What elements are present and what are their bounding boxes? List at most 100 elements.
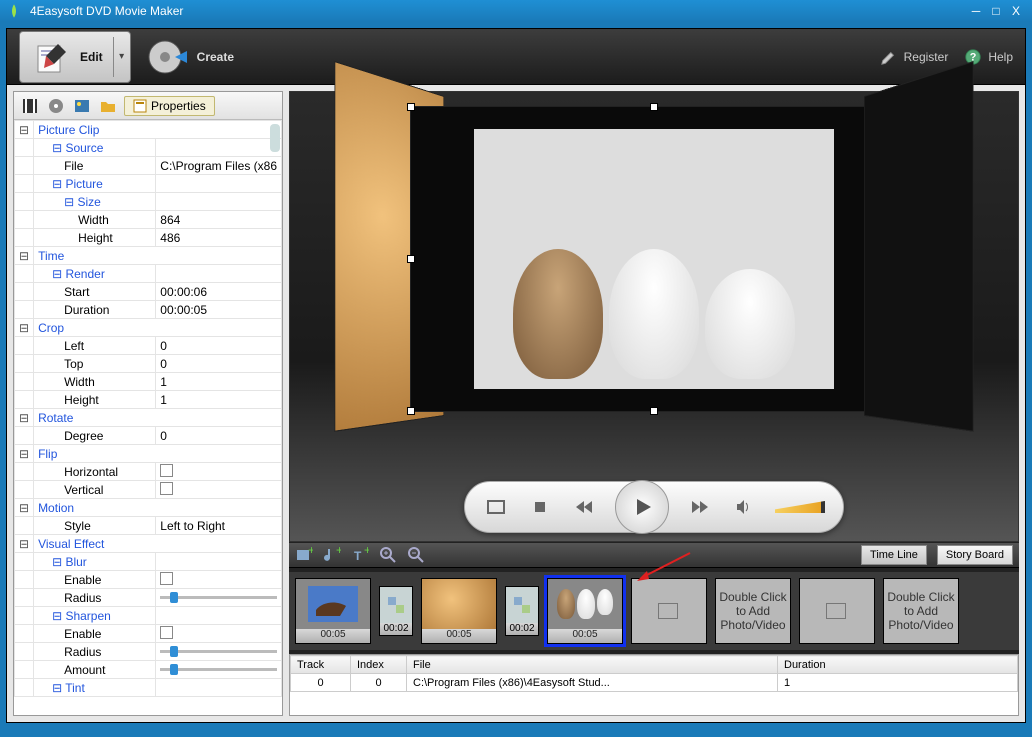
prop-crop-left-value[interactable]: 0 [156, 337, 282, 355]
timeline[interactable]: 00:05 00:02 00:05 00:02 00:05 [289, 568, 1019, 654]
timeline-clip[interactable]: 00:05 [295, 578, 371, 644]
volume-icon[interactable] [731, 494, 757, 520]
prop-blur-enable-checkbox[interactable] [160, 572, 173, 585]
prop-flip-h-checkbox[interactable] [160, 464, 173, 477]
group-blur[interactable]: ⊟ Blur [34, 553, 156, 571]
group-crop[interactable]: Crop [34, 319, 282, 337]
tab-film-icon[interactable] [20, 96, 40, 116]
add-media-icon[interactable]: + [295, 546, 313, 564]
prop-flip-v-checkbox[interactable] [160, 482, 173, 495]
tab-disc-icon[interactable] [46, 96, 66, 116]
register-label: Register [904, 50, 949, 64]
prop-degree-value[interactable]: 0 [156, 427, 282, 445]
tab-folder-icon[interactable] [98, 96, 118, 116]
fullscreen-button[interactable] [483, 494, 509, 520]
create-label: Create [197, 50, 234, 64]
prev-button[interactable] [571, 494, 597, 520]
svg-text:T: T [354, 549, 362, 563]
group-motion[interactable]: Motion [34, 499, 282, 517]
preview-area[interactable] [289, 91, 1019, 542]
prop-width-value[interactable]: 864 [156, 211, 282, 229]
track-row[interactable]: 0 0 C:\Program Files (x86)\4Easysoft Stu… [291, 674, 1018, 692]
timeline-view-button[interactable]: Time Line [861, 545, 927, 565]
scrollbar-thumb[interactable] [270, 124, 280, 152]
group-time[interactable]: Time [34, 247, 282, 265]
prop-file-value[interactable]: C:\Program Files (x86 [156, 157, 282, 175]
transition-duration: 00:02 [506, 623, 538, 635]
prop-crop-height-value[interactable]: 1 [156, 391, 282, 409]
prop-duration-value[interactable]: 00:00:05 [156, 301, 282, 319]
tab-properties[interactable]: Properties [124, 96, 215, 116]
timeline-clip[interactable]: 00:05 [421, 578, 497, 644]
group-picture-clip[interactable]: Picture Clip [34, 121, 282, 139]
group-source[interactable]: ⊟ Source [34, 139, 156, 157]
prop-crop-top-value[interactable]: 0 [156, 355, 282, 373]
cell-duration: 1 [778, 674, 1018, 692]
timeline-clip-selected[interactable]: 00:05 [547, 578, 623, 644]
register-button[interactable]: Register [880, 48, 949, 66]
transition-duration: 00:02 [380, 623, 412, 635]
app-window: Edit ▾ Create Register ? Help [6, 28, 1026, 723]
panel-tab-row: Properties [14, 92, 282, 120]
preview-next-frame [864, 61, 974, 432]
group-tint[interactable]: ⊟ Tint [34, 679, 156, 697]
timeline-transition[interactable]: 00:02 [505, 586, 539, 636]
play-button[interactable] [615, 480, 669, 534]
add-audio-icon[interactable]: + [323, 546, 341, 564]
prop-sharpen-enable-checkbox[interactable] [160, 626, 173, 639]
col-duration[interactable]: Duration [778, 656, 1018, 674]
prop-duration-label: Duration [34, 301, 156, 319]
volume-slider[interactable] [775, 501, 825, 513]
group-flip[interactable]: Flip [34, 445, 282, 463]
zoom-out-icon[interactable] [407, 546, 425, 564]
storyboard-view-button[interactable]: Story Board [937, 545, 1013, 565]
preview-current-frame[interactable] [410, 106, 898, 412]
group-picture[interactable]: ⊟ Picture [34, 175, 156, 193]
create-button[interactable]: Create [137, 32, 244, 82]
timeline-empty-slot[interactable] [799, 578, 875, 644]
track-table: Track Index File Duration 0 0 C:\Program… [289, 654, 1019, 716]
timeline-transition[interactable]: 00:02 [379, 586, 413, 636]
prop-start-value[interactable]: 00:00:06 [156, 283, 282, 301]
prop-crop-width-value[interactable]: 1 [156, 373, 282, 391]
group-visual-effect[interactable]: Visual Effect [34, 535, 282, 553]
prop-sharpen-amount-slider[interactable] [160, 668, 277, 671]
maximize-button[interactable]: □ [986, 4, 1006, 18]
group-size[interactable]: ⊟ Size [34, 193, 156, 211]
group-rotate[interactable]: Rotate [34, 409, 282, 427]
close-button[interactable]: X [1006, 4, 1026, 18]
add-text-icon[interactable]: T+ [351, 546, 369, 564]
prop-blur-enable-label: Enable [34, 571, 156, 589]
clip-duration: 00:05 [422, 629, 496, 643]
prop-crop-width-label: Width [34, 373, 156, 391]
clip-duration: 00:05 [548, 629, 622, 643]
minimize-button[interactable]: ─ [966, 4, 986, 18]
tab-image-icon[interactable] [72, 96, 92, 116]
group-render[interactable]: ⊟ Render [34, 265, 156, 283]
group-sharpen[interactable]: ⊟ Sharpen [34, 607, 156, 625]
edit-button[interactable]: Edit [20, 32, 113, 82]
col-file[interactable]: File [407, 656, 778, 674]
timeline-add-slot[interactable]: Double Click to Add Photo/Video [883, 578, 959, 644]
prop-sharpen-radius-slider[interactable] [160, 650, 277, 653]
prop-sharpen-enable-label: Enable [34, 625, 156, 643]
prop-blur-radius-slider[interactable] [160, 596, 277, 599]
prop-style-label: Style [34, 517, 156, 535]
cell-file: C:\Program Files (x86)\4Easysoft Stud... [407, 674, 778, 692]
main-toolbar: Edit ▾ Create Register ? Help [7, 29, 1025, 85]
prop-file-label: File [34, 157, 156, 175]
timeline-add-slot[interactable]: Double Click to Add Photo/Video [715, 578, 791, 644]
col-track[interactable]: Track [291, 656, 351, 674]
prop-style-value[interactable]: Left to Right [156, 517, 282, 535]
timeline-empty-slot[interactable] [631, 578, 707, 644]
prop-height-value[interactable]: 486 [156, 229, 282, 247]
register-icon [880, 48, 898, 66]
stop-button[interactable] [527, 494, 553, 520]
col-index[interactable]: Index [351, 656, 407, 674]
property-grid[interactable]: ⊟Picture Clip ⊟ Source FileC:\Program Fi… [14, 120, 282, 715]
edit-dropdown[interactable]: ▾ [114, 51, 130, 62]
right-panel: + + T+ Time Line Story Board 00:05 00 [289, 91, 1019, 716]
edit-label: Edit [80, 50, 103, 64]
next-button[interactable] [687, 494, 713, 520]
zoom-in-icon[interactable] [379, 546, 397, 564]
